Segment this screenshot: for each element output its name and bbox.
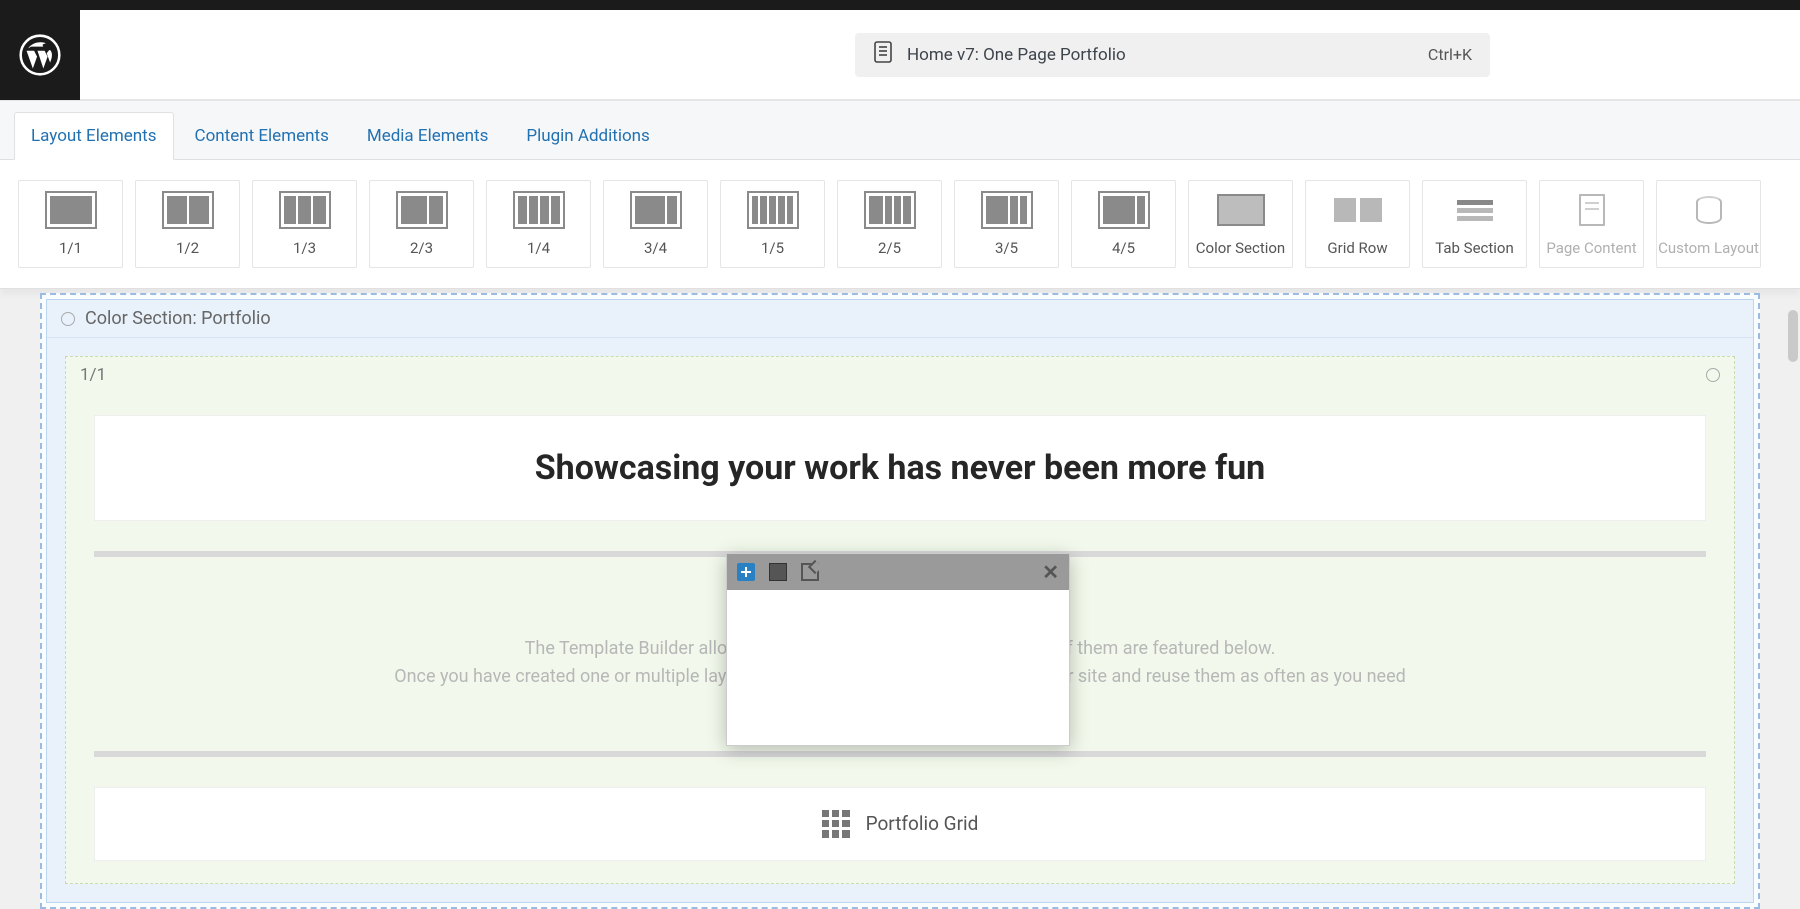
fraction-icon [1098, 191, 1150, 229]
column-header[interactable]: 1/1 [66, 357, 1734, 393]
element-grid-row[interactable]: Grid Row [1305, 180, 1410, 268]
element-label: Tab Section [1435, 239, 1514, 257]
add-icon[interactable] [737, 563, 755, 581]
element-3-4[interactable]: 3/4 [603, 180, 708, 268]
element-label: 1/1 [59, 239, 82, 257]
element-category-tabs: Layout ElementsContent ElementsMedia Ele… [0, 100, 1800, 160]
fraction-icon [396, 191, 448, 229]
edit-icon[interactable] [801, 563, 819, 581]
vertical-scrollbar[interactable] [1788, 310, 1798, 362]
element-2-5[interactable]: 2/5 [837, 180, 942, 268]
element-1-5[interactable]: 1/5 [720, 180, 825, 268]
element-1-3[interactable]: 1/3 [252, 180, 357, 268]
tab-plugin-additions[interactable]: Plugin Additions [509, 112, 666, 160]
fraction-icon [630, 191, 682, 229]
editor-top-bar: Home v7: One Page Portfolio Ctrl+K [0, 10, 1800, 100]
keyboard-shortcut: Ctrl+K [1428, 45, 1472, 64]
popover-toolbar: ✕ [727, 554, 1069, 590]
color-section-header[interactable]: Color Section: Portfolio [47, 300, 1753, 338]
fraction-icon [864, 191, 916, 229]
close-icon[interactable]: ✕ [1042, 560, 1059, 584]
portfolio-grid-label: Portfolio Grid [866, 812, 979, 835]
element-2-3[interactable]: 2/3 [369, 180, 474, 268]
element-4-5[interactable]: 4/5 [1071, 180, 1176, 268]
element-label: Custom Layout [1658, 239, 1759, 257]
element-color-section[interactable]: Color Section [1188, 180, 1293, 268]
element-label: Grid Row [1327, 239, 1387, 257]
duplicate-icon[interactable] [769, 563, 787, 581]
separator-block[interactable] [94, 751, 1706, 757]
element-label: 2/5 [878, 239, 901, 257]
popover-body [727, 590, 1069, 745]
element-label: 3/5 [995, 239, 1018, 257]
page-title: Home v7: One Page Portfolio [907, 45, 1126, 65]
layout-elements-palette: 1/1 1/2 1/3 2/3 1/4 3/4 1/5 2/5 3/5 4/5 Color Sect… [0, 160, 1800, 289]
fraction-icon [279, 191, 331, 229]
tabsection-icon [1449, 191, 1501, 229]
fraction-icon [513, 191, 565, 229]
element-action-popover[interactable]: ✕ [726, 553, 1070, 746]
element-label: 1/2 [176, 239, 199, 257]
element-3-5[interactable]: 3/5 [954, 180, 1059, 268]
fraction-icon [45, 191, 97, 229]
customlayout-icon [1683, 191, 1735, 229]
element-1-2[interactable]: 1/2 [135, 180, 240, 268]
drag-handle-icon[interactable] [61, 312, 75, 326]
element-label: 1/5 [761, 239, 784, 257]
heading-block[interactable]: Showcasing your work has never been more… [94, 415, 1706, 521]
element-label: 3/4 [644, 239, 667, 257]
element-label: 1/3 [293, 239, 316, 257]
fraction-icon [981, 191, 1033, 229]
gridrow-icon [1332, 191, 1384, 229]
color-icon [1215, 191, 1267, 229]
pagecontent-icon [1566, 191, 1618, 229]
tab-media-elements[interactable]: Media Elements [350, 112, 506, 160]
element-tab-section[interactable]: Tab Section [1422, 180, 1527, 268]
element-1-4[interactable]: 1/4 [486, 180, 591, 268]
element-label: 2/3 [410, 239, 433, 257]
grid-icon [822, 810, 850, 838]
tab-layout-elements[interactable]: Layout Elements [14, 112, 174, 160]
section-label: Color Section: Portfolio [85, 308, 271, 329]
element-label: Page Content [1546, 239, 1636, 257]
admin-bar-strip [0, 0, 1800, 10]
drag-handle-icon[interactable] [1706, 368, 1720, 382]
fraction-icon [162, 191, 214, 229]
document-icon [873, 41, 893, 68]
heading-text: Showcasing your work has never been more… [115, 448, 1685, 488]
portfolio-grid-block[interactable]: Portfolio Grid [94, 787, 1706, 861]
fraction-icon [747, 191, 799, 229]
page-title-bar[interactable]: Home v7: One Page Portfolio Ctrl+K [855, 33, 1490, 77]
element-label: 4/5 [1112, 239, 1135, 257]
element-1-1[interactable]: 1/1 [18, 180, 123, 268]
element-custom-layout[interactable]: Custom Layout [1656, 180, 1761, 268]
tab-content-elements[interactable]: Content Elements [178, 112, 346, 160]
column-label: 1/1 [80, 365, 106, 385]
wordpress-icon [19, 34, 61, 76]
wordpress-logo[interactable] [0, 10, 80, 100]
element-page-content[interactable]: Page Content [1539, 180, 1644, 268]
element-label: 1/4 [527, 239, 550, 257]
element-label: Color Section [1196, 239, 1285, 257]
